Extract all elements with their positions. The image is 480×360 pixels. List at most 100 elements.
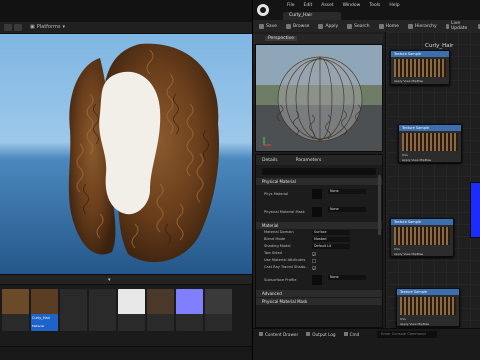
asset-preview-image [176,289,203,314]
property-row: Blend Mode Masked [256,236,382,243]
apply-icon [318,23,324,29]
asset-tab[interactable]: Curly_Hair [283,12,341,20]
property-row: Use Material Attributes [256,257,382,264]
home-button[interactable]: Home [378,23,399,29]
texture-preview [400,297,456,315]
add-content-icon[interactable] [14,24,22,31]
texture-sample-node[interactable]: Texture Sample UVs Apply View MipBias [398,124,462,163]
tab-details[interactable]: Details [262,158,278,163]
menu-file[interactable]: File [287,3,295,8]
asset-thumbnail[interactable] [60,289,87,331]
select-mode-icon[interactable] [4,24,12,31]
menu-bar: File Edit Asset Window Tools Help Curly_Hair [253,0,480,20]
property-select[interactable]: Default Lit [312,244,350,249]
property-row: Cast Ray Traced Shado... [256,264,382,272]
unreal-logo-icon [257,4,269,16]
section-physical-material-mask[interactable]: Physical Material Mask [256,298,382,305]
property-row: Material Domain Surface [256,229,382,236]
phys-material-select[interactable]: None [328,189,366,194]
phys-material-thumbnail [312,189,322,199]
drawer-icon [259,332,263,336]
property-checkbox[interactable] [312,265,316,272]
node-pin[interactable]: Apply View MipBias [397,322,459,327]
browse-icon [286,23,292,29]
section-advanced[interactable]: Advanced [256,290,382,297]
asset-preview-image [118,289,145,314]
perspective-button[interactable]: Perspective [265,36,298,41]
content-browser-status [0,346,252,360]
asset-preview-image [89,289,116,314]
asset-preview-image [2,289,29,314]
asset-preview-image [31,289,58,314]
content-drawer-button[interactable]: Content Drawer [259,332,298,337]
level-toolbar: ▣ Platforms ▾ [0,22,252,34]
browse-button[interactable]: Browse [286,23,309,29]
live-update-button[interactable]: Live Update [445,21,469,31]
material-toolbar: Save Browse Apply Search Home Hierarchy Live U… [253,20,480,32]
subsurface-select[interactable]: None [328,275,366,280]
tab-parameters[interactable]: Parameters [296,158,322,163]
asset-thumbnail[interactable] [2,289,29,331]
menu-tools[interactable]: Tools [369,3,380,8]
level-viewport[interactable] [0,34,252,274]
hair-preview-render [68,43,220,263]
node-header: Texture Sample [391,219,453,225]
menu-help[interactable]: Help [389,3,399,8]
node-pin[interactable]: Apply View MipBias [399,158,461,163]
details-scrollbar[interactable] [378,175,381,235]
node-header: Texture Sample [397,289,459,295]
asset-thumbnail[interactable] [147,289,174,331]
property-select[interactable]: Surface [312,230,350,235]
node-header: Texture Sample [391,51,449,57]
asset-thumbnail[interactable] [118,289,145,331]
chevron-down-icon[interactable]: ▾ [108,277,116,283]
cmd-button[interactable]: Cmd [343,332,359,337]
editor-top-strip [0,0,252,22]
platforms-icon: ▣ [30,24,35,30]
chevron-down-icon: ▾ [62,24,65,30]
details-search-input[interactable] [262,168,376,175]
node-pin[interactable]: Apply View MipBias [391,79,449,84]
content-browser: ▾ Curly_Hair Material [0,274,252,360]
property-select[interactable]: Masked [312,237,350,242]
property-row: Shading Model Default Lit [256,243,382,250]
node-pin[interactable]: Apply View MipBias [391,252,453,257]
property-checkbox[interactable] [312,251,316,258]
menu-window[interactable]: Window [343,3,361,8]
texture-sample-node[interactable]: Texture Sample UVs Apply View MipBias [390,218,454,257]
asset-thumbnail[interactable] [205,289,232,331]
home-icon [378,23,384,29]
save-icon [259,23,264,29]
texture-sample-node[interactable]: Texture Sample UVs Apply View MipBias [396,288,460,327]
console-command-input[interactable]: Enter Console Command [377,331,437,338]
graph-title: Curly_Hair [425,43,454,49]
material-editor: File Edit Asset Window Tools Help Curly_Hair … [252,0,480,360]
material-properties: Material Domain Surface Blend Mode Masked Sh… [256,229,382,272]
asset-thumbnail[interactable] [176,289,203,331]
asset-thumbnail[interactable] [89,289,116,331]
save-button[interactable]: Save [259,23,277,29]
asset-thumbnail[interactable]: Curly_Hair Material [31,289,58,331]
search-button[interactable]: Search [347,23,370,29]
platforms-dropdown[interactable]: ▣ Platforms ▾ [30,24,65,30]
texture-sample-node[interactable]: Texture Sample Apply View MipBias [390,50,450,85]
texture-preview [394,227,450,245]
apply-button[interactable]: Apply [318,23,338,29]
menu-asset[interactable]: Asset [321,3,333,8]
preview-viewport-header: Perspective [253,34,383,44]
phys-mask-select[interactable]: None [328,207,366,212]
hierarchy-icon [407,23,413,29]
property-checkbox[interactable] [312,258,316,263]
phys-mask-thumbnail [312,207,322,217]
material-graph[interactable]: Texture Sample Apply View MipBias Texture … [385,32,480,328]
section-material[interactable]: Material [256,222,382,229]
live-update-icon [445,23,450,29]
output-log-button[interactable]: Output Log [306,332,336,337]
menu-edit[interactable]: Edit [304,3,313,8]
normal-map-node[interactable] [470,182,480,238]
section-physical-material[interactable]: Physical Material [256,178,382,185]
material-preview-viewport[interactable] [255,44,383,152]
texture-preview [402,133,458,151]
hierarchy-button[interactable]: Hierarchy [407,23,437,29]
node-header: Texture Sample [399,125,461,131]
